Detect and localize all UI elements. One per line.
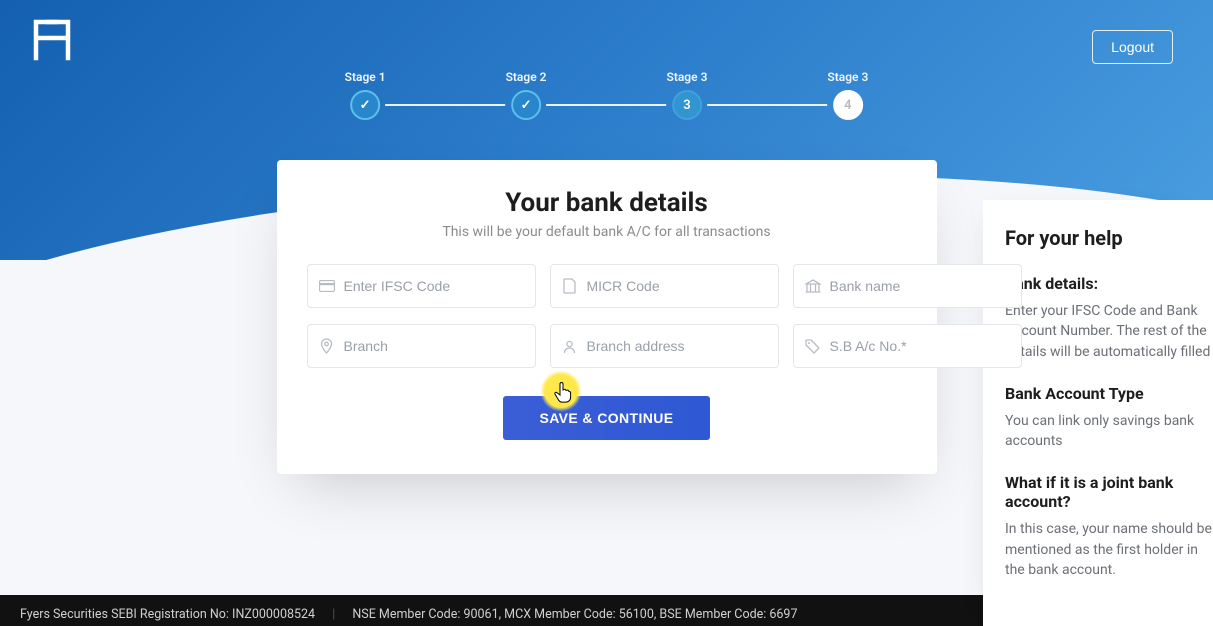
help-section-joint-account: What if it is a joint bank account? In t… xyxy=(1005,473,1213,580)
logo-icon xyxy=(30,18,74,62)
step-circle: 4 xyxy=(833,90,863,120)
step-label: Stage 3 xyxy=(667,70,708,84)
help-section-bank-details: Bank details: Enter your IFSC Code and B… xyxy=(1005,274,1213,362)
footer-bse: BSE Member Code: 6697 xyxy=(659,607,797,622)
step-connector xyxy=(707,104,827,106)
account-number-input[interactable] xyxy=(822,338,1011,354)
micr-input[interactable] xyxy=(579,278,768,294)
help-heading: What if it is a joint bank account? xyxy=(1005,473,1213,511)
step-2: Stage 2 ✓ xyxy=(506,70,547,120)
bank-field-wrapper[interactable] xyxy=(793,264,1022,308)
step-label: Stage 1 xyxy=(345,70,386,84)
branch-address-input[interactable] xyxy=(579,338,768,354)
footer-registration: Fyers Securities SEBI Registration No: I… xyxy=(20,607,315,622)
step-connector xyxy=(547,104,667,106)
footer-nse: NSE Member Code: 90061 xyxy=(352,607,498,622)
step-circle: ✓ xyxy=(511,90,541,120)
pin-icon xyxy=(318,338,336,354)
bank-name-input[interactable] xyxy=(822,278,1011,294)
help-title: For your help xyxy=(1005,226,1213,250)
logo xyxy=(30,18,74,66)
footer-mcx: MCX Member Code: 56100 xyxy=(504,607,654,622)
help-body: You can link only savings bank accounts xyxy=(1005,411,1213,452)
tag-icon xyxy=(804,339,822,354)
step-circle: 3 xyxy=(672,90,702,120)
help-heading: Bank Account Type xyxy=(1005,384,1213,403)
step-circle: ✓ xyxy=(350,90,380,120)
fields-grid xyxy=(307,264,907,368)
document-icon xyxy=(561,278,579,294)
step-4: Stage 3 4 xyxy=(827,70,868,120)
ifsc-field-wrapper[interactable] xyxy=(307,264,536,308)
step-label: Stage 2 xyxy=(506,70,547,84)
card-title: Your bank details xyxy=(307,188,907,218)
step-label: Stage 3 xyxy=(827,70,868,84)
address-icon xyxy=(561,339,579,354)
stepper: Stage 1 ✓ Stage 2 ✓ Stage 3 3 Stage 3 4 xyxy=(345,70,869,120)
save-continue-button[interactable]: SAVE & CONTINUE xyxy=(503,396,709,440)
branch-input[interactable] xyxy=(336,338,525,354)
help-body: In this case, your name should be mentio… xyxy=(1005,519,1213,580)
branch-address-field-wrapper[interactable] xyxy=(550,324,779,368)
branch-field-wrapper[interactable] xyxy=(307,324,536,368)
ifsc-input[interactable] xyxy=(336,278,525,294)
logout-button[interactable]: Logout xyxy=(1092,30,1173,64)
micr-field-wrapper[interactable] xyxy=(550,264,779,308)
help-body: Enter your IFSC Code and Bank Account Nu… xyxy=(1005,301,1213,362)
step-1: Stage 1 ✓ xyxy=(345,70,386,120)
step-3: Stage 3 3 xyxy=(667,70,708,120)
account-field-wrapper[interactable] xyxy=(793,324,1022,368)
bank-icon xyxy=(804,279,822,294)
bank-details-card: Your bank details This will be your defa… xyxy=(277,160,937,474)
footer-separator: | xyxy=(332,607,335,622)
card-subtitle: This will be your default bank A/C for a… xyxy=(307,224,907,240)
help-section-account-type: Bank Account Type You can link only savi… xyxy=(1005,384,1213,452)
card-icon xyxy=(318,280,336,292)
help-heading: Bank details: xyxy=(1005,274,1213,293)
step-connector xyxy=(386,104,506,106)
